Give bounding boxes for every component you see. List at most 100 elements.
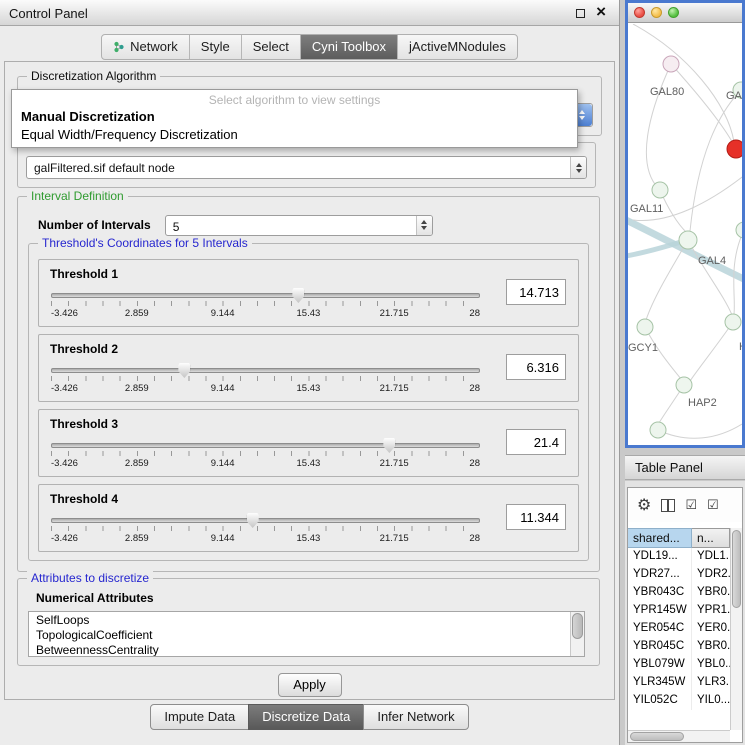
tab-impute-data[interactable]: Impute Data: [150, 704, 249, 730]
screen: Control Panel × NetworkStyleSelectCyni T…: [0, 0, 745, 745]
scale-label: 9.144: [211, 308, 235, 319]
attribute-list-item[interactable]: TopologicalCoefficient: [29, 628, 570, 643]
slider-track[interactable]: [51, 443, 480, 448]
columns-icon[interactable]: [661, 499, 675, 512]
scale-label: -3.426: [51, 308, 78, 319]
dropdown-option-equal-width-frequency-discretization[interactable]: Equal Width/Frequency Discretization: [12, 126, 577, 144]
network-canvas[interactable]: GAL80GAGAL11GAL4GCY1HHAP2: [628, 24, 742, 445]
table-row[interactable]: YLR345WYLR3...: [628, 674, 730, 692]
network-edge[interactable]: [688, 240, 732, 315]
number-of-intervals-row: Number of Intervals 5: [38, 213, 587, 237]
network-node[interactable]: [725, 314, 741, 330]
numerical-attributes-label: Numerical Attributes: [36, 591, 154, 605]
network-edge[interactable]: [671, 64, 735, 147]
threshold-row: Threshold 2-3.4262.8599.14415.4321.71528…: [38, 334, 579, 402]
table-cell: YIL052C: [628, 692, 692, 710]
scale-label: 9.144: [211, 383, 235, 394]
discretization-algorithm-label: Discretization Algorithm: [27, 69, 160, 83]
scrollbar-thumb[interactable]: [572, 613, 583, 639]
slider-scale-labels: -3.4262.8599.14415.4321.71528: [51, 533, 480, 544]
slider-track[interactable]: [51, 518, 480, 523]
table-row[interactable]: YDR27...YDR2...: [628, 566, 730, 584]
table-cell: YDL19...: [628, 548, 692, 566]
scale-label: 2.859: [125, 533, 149, 544]
network-node[interactable]: [652, 182, 668, 198]
network-node[interactable]: [679, 231, 697, 249]
panel-body: Discretization Algorithm Select algorith…: [4, 61, 615, 700]
table-row[interactable]: YIL052CYIL0...: [628, 692, 730, 710]
combo-stepper-icon[interactable]: [416, 216, 432, 235]
column-header-n[interactable]: n...: [692, 528, 730, 548]
network-edge[interactable]: [646, 64, 671, 188]
table-cell: YBR043C: [628, 584, 692, 602]
scale-label: 28: [469, 458, 480, 469]
tab-jactivemnodules[interactable]: jActiveMNodules: [398, 35, 517, 59]
threshold-slider[interactable]: -3.4262.8599.14415.4321.71528: [51, 368, 480, 394]
threshold-value-field[interactable]: 6.316: [506, 354, 566, 380]
function-checkbox-icon[interactable]: ☑: [707, 497, 719, 513]
table-cell: YPR1...: [692, 602, 730, 620]
network-node[interactable]: [637, 319, 653, 335]
minimize-traffic-light-icon[interactable]: [651, 7, 662, 18]
slider-track[interactable]: [51, 293, 480, 298]
table-horizontal-scrollbar[interactable]: [628, 730, 730, 742]
table-row[interactable]: YPR145WYPR1...: [628, 602, 730, 620]
table-panel-header: Table Panel: [625, 455, 745, 480]
column-header-shared[interactable]: shared...: [628, 528, 692, 548]
scrollbar-thumb[interactable]: [732, 530, 741, 608]
table-data-combo[interactable]: galFiltered.sif default node: [26, 156, 587, 179]
attribute-list-item[interactable]: SelfLoops: [29, 613, 570, 628]
table-row[interactable]: YDL19...YDL1...: [628, 548, 730, 566]
network-node[interactable]: [736, 222, 742, 238]
attributes-scrollbar[interactable]: [570, 612, 584, 656]
threshold-value-field[interactable]: 11.344: [506, 504, 566, 530]
float-window-icon[interactable]: [576, 9, 585, 18]
network-window-titlebar: [628, 3, 742, 23]
table-cell: YLR3...: [692, 674, 730, 692]
thresholds-coordinates-label: Threshold's Coordinates for 5 Intervals: [38, 236, 252, 250]
network-node[interactable]: [676, 377, 692, 393]
scrollbar-thumb[interactable]: [630, 732, 684, 741]
tab-discretize-data[interactable]: Discretize Data: [248, 704, 364, 730]
number-of-intervals-combo[interactable]: 5: [165, 215, 433, 236]
gear-icon[interactable]: ⚙: [637, 495, 651, 515]
dropdown-option-manual-discretization[interactable]: Manual Discretization: [12, 108, 577, 126]
table-cell: YDR2...: [692, 566, 730, 584]
network-node[interactable]: [727, 140, 742, 158]
table-row[interactable]: YBR045CYBR0...: [628, 638, 730, 656]
top-tab-bar: NetworkStyleSelectCyni ToolboxjActiveMNo…: [0, 34, 619, 60]
threshold-value-field[interactable]: 14.713: [506, 279, 566, 305]
attributes-list: SelfLoopsTopologicalCoefficientBetweenne…: [28, 611, 585, 657]
tab-infer-network[interactable]: Infer Network: [363, 704, 468, 730]
table-cell: YBR0...: [692, 584, 730, 602]
select-checkbox-icon[interactable]: ☑: [685, 497, 697, 513]
network-edge[interactable]: [633, 24, 734, 142]
table-vertical-scrollbar[interactable]: [730, 528, 742, 730]
combo-stepper-icon[interactable]: [570, 157, 586, 178]
table-cell: YBR0...: [692, 638, 730, 656]
attribute-list-item[interactable]: BetweennessCentrality: [29, 643, 570, 656]
threshold-value-field[interactable]: 21.4: [506, 429, 566, 455]
table-cell: YDL1...: [692, 548, 730, 566]
network-node[interactable]: [663, 56, 679, 72]
network-edge[interactable]: [690, 90, 741, 231]
threshold-slider[interactable]: -3.4262.8599.14415.4321.71528: [51, 443, 480, 469]
zoom-traffic-light-icon[interactable]: [668, 7, 679, 18]
table-row[interactable]: YBR043CYBR0...: [628, 584, 730, 602]
table-row[interactable]: YER054CYER0...: [628, 620, 730, 638]
slider-track[interactable]: [51, 368, 480, 373]
table-row[interactable]: YBL079WYBL0...: [628, 656, 730, 674]
network-edge[interactable]: [690, 322, 733, 381]
tab-network[interactable]: Network: [102, 35, 190, 59]
threshold-slider[interactable]: -3.4262.8599.14415.4321.71528: [51, 293, 480, 319]
close-icon[interactable]: ×: [596, 2, 606, 22]
node-label: HAP2: [688, 397, 717, 409]
close-traffic-light-icon[interactable]: [634, 7, 645, 18]
tab-cyni-toolbox[interactable]: Cyni Toolbox: [301, 35, 398, 59]
threshold-slider[interactable]: -3.4262.8599.14415.4321.71528: [51, 518, 480, 544]
network-node[interactable]: [650, 422, 666, 438]
tab-select[interactable]: Select: [242, 35, 301, 59]
tab-style[interactable]: Style: [190, 35, 242, 59]
apply-button[interactable]: Apply: [278, 673, 342, 697]
network-edge[interactable]: [658, 424, 742, 438]
